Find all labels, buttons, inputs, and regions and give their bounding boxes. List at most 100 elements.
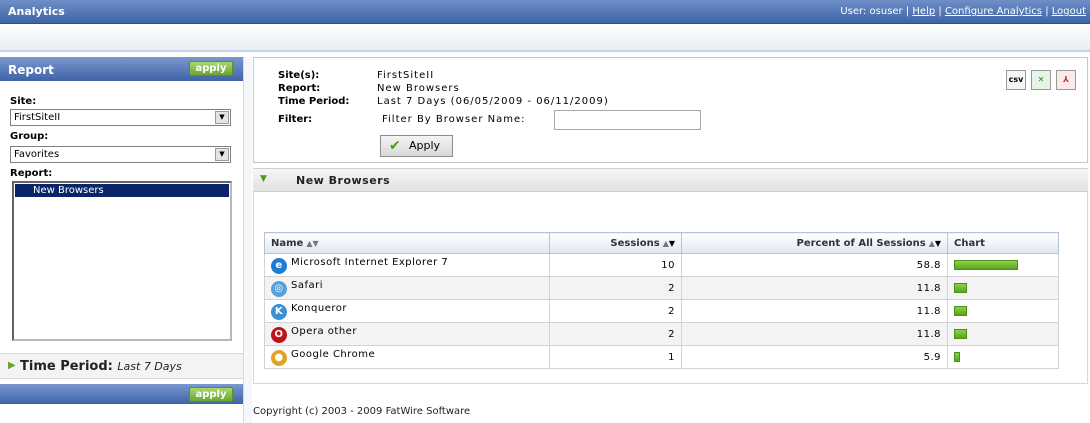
sort-icon[interactable]: ▲▼ bbox=[929, 239, 941, 248]
time-period-label: Time Period: Last 7 Days bbox=[20, 359, 182, 374]
cell-percent: 11.8 bbox=[681, 322, 948, 346]
criteria-report: Report: New Browsers bbox=[278, 83, 460, 94]
report-criteria: Site(s): FirstSiteII Report: New Browsers … bbox=[253, 57, 1088, 163]
column-header-sessions[interactable]: Sessions ▲▼ bbox=[549, 232, 682, 254]
group-label: Group: bbox=[10, 131, 49, 142]
panel-divider bbox=[243, 57, 252, 423]
report-panel-header: Report apply bbox=[0, 57, 243, 81]
browser-name: Microsoft Internet Explorer 7 bbox=[291, 256, 449, 268]
cell-sessions: 1 bbox=[549, 345, 682, 369]
copyright-text: Copyright (c) 2003 - 2009 FatWire Softwa… bbox=[253, 406, 471, 417]
column-header-percent[interactable]: Percent of All Sessions ▲▼ bbox=[681, 232, 948, 254]
pdf-export-icon[interactable]: ⅄ bbox=[1056, 70, 1076, 90]
filter-input[interactable] bbox=[554, 110, 701, 130]
site-select-value: FirstSiteII bbox=[14, 112, 61, 123]
bottom-apply-button[interactable]: apply bbox=[189, 387, 233, 402]
apply-button[interactable]: apply bbox=[189, 61, 233, 76]
criteria-filter: Filter: Filter By Browser Name: bbox=[278, 114, 525, 125]
time-period-title: Time Period: bbox=[20, 359, 113, 374]
cell-percent: 11.8 bbox=[681, 276, 948, 300]
cell-name: e Microsoft Internet Explorer 7 bbox=[264, 253, 550, 277]
section-header[interactable]: ▼ New Browsers bbox=[253, 168, 1088, 192]
report-list-item[interactable]: New Browsers bbox=[15, 184, 229, 197]
site-select[interactable]: FirstSiteII ▼ bbox=[10, 109, 231, 126]
session-share-bar bbox=[954, 352, 960, 362]
table-row: e Microsoft Internet Explorer 7 10 58.8 bbox=[264, 253, 1059, 277]
time-period-value: Last 7 Days bbox=[117, 360, 182, 373]
cell-name: O Opera other bbox=[264, 322, 550, 346]
safari-icon: ◎ bbox=[271, 280, 287, 297]
column-header-name[interactable]: Name ▲▼ bbox=[264, 232, 550, 254]
table-row: ◎ Safari 2 11.8 bbox=[264, 276, 1059, 300]
cell-chart bbox=[947, 299, 1059, 323]
expand-arrow-icon: ▶ bbox=[8, 360, 16, 371]
sort-icon[interactable]: ▲▼ bbox=[663, 239, 675, 248]
app-title: Analytics bbox=[8, 5, 65, 18]
criteria-report-value: New Browsers bbox=[377, 83, 460, 94]
configure-analytics-link[interactable]: Configure Analytics bbox=[945, 6, 1042, 17]
session-share-bar bbox=[954, 329, 967, 339]
user-links: User: osuser | Help | Configure Analytic… bbox=[840, 6, 1086, 17]
chevron-down-icon[interactable]: ▼ bbox=[215, 111, 229, 124]
browser-name: Opera other bbox=[291, 325, 357, 337]
cell-name: ● Google Chrome bbox=[264, 345, 550, 369]
table-row: ● Google Chrome 1 5.9 bbox=[264, 345, 1059, 369]
group-select[interactable]: Favorites ▼ bbox=[10, 146, 231, 163]
checkmark-icon: ✔ bbox=[389, 138, 401, 154]
browser-name: Google Chrome bbox=[291, 348, 376, 360]
criteria-period: Time Period: Last 7 Days (06/05/2009 - 06… bbox=[278, 96, 609, 107]
period-value: Last 7 Days (06/05/2009 - 06/11/2009) bbox=[377, 96, 609, 107]
top-bar: Analytics User: osuser | Help | Configur… bbox=[0, 0, 1090, 24]
collapse-arrow-icon[interactable]: ▼ bbox=[260, 174, 267, 184]
cell-percent: 5.9 bbox=[681, 345, 948, 369]
report-listbox[interactable]: New Browsers bbox=[12, 181, 232, 341]
table-row: K Konqueror 2 11.8 bbox=[264, 299, 1059, 323]
filter-label: Filter: bbox=[278, 114, 313, 125]
cell-chart bbox=[947, 322, 1059, 346]
report-panel-title: Report bbox=[8, 63, 54, 77]
column-header-percent-label: Percent of All Sessions bbox=[796, 237, 926, 249]
sub-bar bbox=[0, 24, 1090, 52]
bottom-action-bar: apply bbox=[0, 384, 243, 404]
cell-chart bbox=[947, 253, 1059, 277]
section-title: New Browsers bbox=[296, 174, 391, 187]
column-header-name-label: Name bbox=[271, 237, 304, 249]
browser-name: Konqueror bbox=[291, 302, 347, 314]
konqueror-icon: K bbox=[271, 303, 287, 320]
chevron-down-icon[interactable]: ▼ bbox=[215, 148, 229, 161]
logout-link[interactable]: Logout bbox=[1052, 6, 1086, 17]
user-label: User: osuser | bbox=[840, 6, 910, 17]
browser-name: Safari bbox=[291, 279, 324, 291]
cell-percent: 58.8 bbox=[681, 253, 948, 277]
filter-apply-button[interactable]: ✔ Apply bbox=[380, 135, 453, 157]
column-header-chart: Chart bbox=[947, 232, 1059, 254]
group-select-value: Favorites bbox=[14, 149, 60, 160]
table-header-row: Name ▲▼ Sessions ▲▼ Percent of All Session… bbox=[264, 232, 1059, 254]
excel-export-icon[interactable]: ✕ bbox=[1031, 70, 1051, 90]
cell-chart bbox=[947, 276, 1059, 300]
period-label: Time Period: bbox=[278, 96, 350, 107]
cell-sessions: 2 bbox=[549, 299, 682, 323]
sites-value: FirstSiteII bbox=[377, 70, 435, 81]
cell-percent: 11.8 bbox=[681, 299, 948, 323]
session-share-bar bbox=[954, 260, 1018, 270]
filter-by-label: Filter By Browser Name: bbox=[382, 114, 526, 125]
table-row: O Opera other 2 11.8 bbox=[264, 322, 1059, 346]
criteria-sites: Site(s): FirstSiteII bbox=[278, 70, 434, 81]
help-link[interactable]: Help bbox=[912, 6, 935, 17]
filter-apply-label: Apply bbox=[409, 139, 441, 152]
criteria-report-label: Report: bbox=[278, 83, 321, 94]
sites-label: Site(s): bbox=[278, 70, 320, 81]
cell-sessions: 2 bbox=[549, 276, 682, 300]
sort-icon[interactable]: ▲▼ bbox=[306, 239, 318, 248]
chrome-icon: ● bbox=[271, 349, 287, 366]
site-label: Site: bbox=[10, 96, 37, 107]
column-header-sessions-label: Sessions bbox=[610, 237, 660, 249]
report-panel: Report apply Site: FirstSiteII ▼ Group: … bbox=[0, 57, 243, 423]
session-share-bar bbox=[954, 306, 967, 316]
cell-sessions: 2 bbox=[549, 322, 682, 346]
cell-chart bbox=[947, 345, 1059, 369]
cell-name: ◎ Safari bbox=[264, 276, 550, 300]
time-period-toggle[interactable]: ▶ Time Period: Last 7 Days bbox=[0, 353, 243, 379]
csv-export-icon[interactable]: csv bbox=[1006, 70, 1026, 90]
